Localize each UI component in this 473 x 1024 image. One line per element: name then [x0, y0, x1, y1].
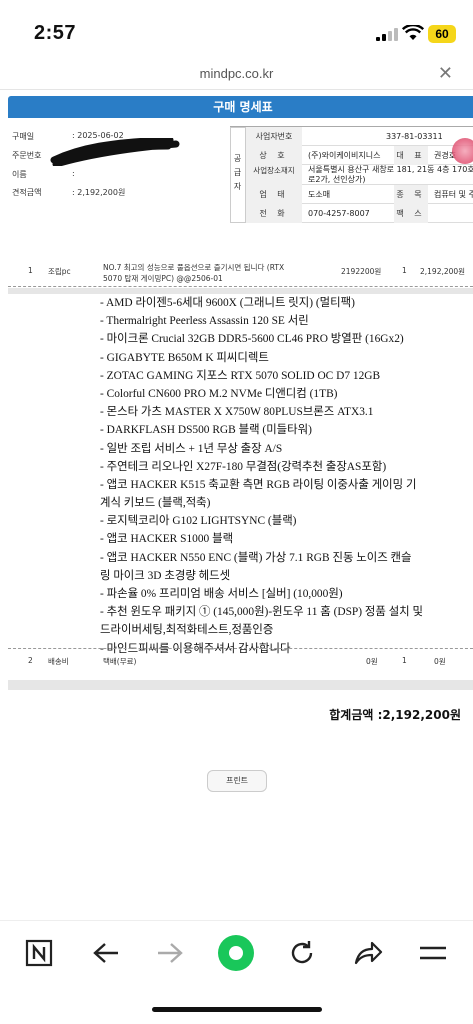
- battery-indicator: 60: [428, 25, 456, 43]
- buyer-key: 주문번호: [12, 151, 42, 160]
- buyer-value: : 2,192,200원: [72, 188, 126, 197]
- url-text[interactable]: mindpc.co.kr: [0, 66, 473, 81]
- divider: [8, 648, 473, 649]
- browser-toolbar: [0, 920, 473, 1024]
- table-row: 2 배송비 택배(무료) 0원 1 0원: [8, 656, 473, 670]
- item-name-line-1: NO.7 최고의 성능으로 풀옵션으로 즐기시면 됩니다 (RTX: [103, 263, 285, 272]
- company-label: 상 호: [246, 146, 302, 165]
- back-arrow-icon[interactable]: [86, 933, 126, 973]
- description-line: - 앱코 HACKER N550 ENC (블랙) 가상 7.1 RGB 진동 …: [100, 551, 412, 564]
- forward-arrow-icon[interactable]: [150, 933, 190, 973]
- naver-n-icon[interactable]: [19, 933, 59, 973]
- divider: [8, 286, 473, 287]
- total-amount: 합계금액 :2,192,200원: [329, 708, 461, 722]
- address-line-2: 로2가, 선인상가): [308, 175, 366, 184]
- close-icon[interactable]: ✕: [438, 63, 453, 84]
- buyer-value: :: [72, 169, 75, 178]
- description-line: - DARKFLASH DS500 RGB 블랙 (미들타워): [100, 424, 312, 437]
- company-name: (주)와이케이비지니스: [308, 151, 381, 160]
- description-line: 링 마이크 3D 초경량 헤드셋: [100, 569, 231, 582]
- wifi-icon: [401, 23, 425, 41]
- description-line: - GIGABYTE B650M K 피씨디렉트: [100, 351, 269, 364]
- print-button[interactable]: 프린트: [207, 770, 267, 792]
- page-title: 구매 명세표: [8, 96, 473, 118]
- supplier-side-label: 공급자: [230, 127, 246, 223]
- table-row: 1 조립pc NO.7 최고의 성능으로 풀옵션으로 즐기시면 됩니다 (RTX…: [8, 262, 473, 286]
- item-category: 조립pc: [48, 267, 71, 276]
- description-line: - Thermalright Peerless Assassin 120 SE …: [100, 315, 309, 328]
- address-line-1: 서울특별시 용산구 새창로 181, 21동 4층 170호(한강: [308, 165, 473, 174]
- supplier-table: 공급자 사업자번호 337-81-03311 상 호 (주)와이케이비지니스 대…: [230, 126, 473, 223]
- item-qty: 1: [402, 266, 407, 275]
- biz-type: 도소매: [308, 190, 331, 199]
- divider-band: [8, 680, 473, 690]
- description-line: - 앱코 HACKER S1000 블랙: [100, 533, 234, 546]
- tel-label: 전 화: [246, 204, 302, 223]
- menu-icon[interactable]: [413, 933, 453, 973]
- reg-number: 337-81-03311: [386, 132, 443, 141]
- status-time: 2:57: [34, 22, 77, 44]
- item-price: 0원: [366, 657, 378, 666]
- item-name-line-1: 택배(무료): [103, 657, 137, 666]
- home-indicator: [152, 1007, 322, 1012]
- description-line: - 로지텍코리아 G102 LIGHTSYNC (블랙): [100, 515, 297, 528]
- description-line: 계식 키보드 (블랙,적축): [100, 497, 211, 510]
- description-line: - Colorful CN600 PRO M.2 NVMe 디앤디컴 (1TB): [100, 387, 338, 400]
- signal-icon: [376, 27, 398, 41]
- item-amount: 2,192,200원: [420, 267, 466, 276]
- company-seal-stamp: [452, 138, 473, 164]
- description-line: 드라이버세팅,최적화테스트,정품인증: [100, 624, 274, 637]
- address-label: 사업장소재지: [246, 165, 302, 185]
- buyer-key: 견적금액: [12, 188, 42, 197]
- item-price: 2192200원: [341, 267, 382, 276]
- description-line: - 몬스타 가츠 MASTER X X750W 80PLUS브론즈 ATX3.1: [100, 406, 374, 419]
- status-bar: 2:57 60: [0, 0, 473, 60]
- description-line: - 주연테크 리오나인 X27F-180 무결점(강력추천 출장AS포함): [100, 460, 387, 473]
- home-circle-icon[interactable]: [216, 933, 256, 973]
- description-line: - 마이크론 Crucial 32GB DDR5-5600 CL46 PRO 방…: [100, 333, 404, 346]
- item-no: 2: [28, 656, 33, 665]
- receipt-page: 구매 명세표 구매일: 2025-06-02 주문번호: 이름: 견적금액: 2…: [0, 90, 473, 920]
- biz-item-label: 종 목: [394, 185, 428, 204]
- tel-number: 070-4257-8007: [308, 209, 370, 218]
- url-bar[interactable]: mindpc.co.kr ✕: [0, 60, 473, 90]
- biz-item: 컴퓨터 및 주변기기: [434, 190, 473, 199]
- item-category: 배송비: [48, 657, 69, 666]
- item-name-line-2: 5070 탑재 게이밍PC) @@2506-01: [103, 274, 223, 283]
- share-icon[interactable]: [348, 933, 388, 973]
- description-line: - 일반 조립 서비스 + 1년 무상 출장 A/S: [100, 442, 283, 455]
- description-line: - AMD 라이젠5-6세대 9600X (그래니트 릿지) (멀티팩): [100, 297, 355, 309]
- item-amount: 0원: [434, 657, 446, 666]
- description-line: - ZOTAC GAMING 지포스 RTX 5070 SOLID OC D7 …: [100, 369, 381, 382]
- reg-label: 사업자번호: [246, 127, 302, 146]
- ceo-label: 대 표: [394, 146, 428, 165]
- biz-type-label: 업 태: [246, 185, 302, 204]
- item-qty: 1: [402, 656, 407, 665]
- reload-icon[interactable]: [282, 933, 322, 973]
- description-line: - 추천 윈도우 패키지 ① (145,000원)-윈도우 11 홈 (DSP)…: [100, 606, 423, 619]
- buyer-key: 구매일: [12, 132, 35, 141]
- buyer-key: 이름: [12, 170, 27, 179]
- item-no: 1: [28, 266, 33, 275]
- item-description: - AMD 라이젠5-6세대 9600X (그래니트 릿지) (멀티팩) - Th…: [100, 294, 473, 658]
- description-line: - 파손율 0% 프리미엄 배송 서비스 [실버] (10,000원): [100, 588, 343, 600]
- description-line: - 앱코 HACKER K515 축교환 측면 RGB 라이팅 이중사출 게이밍…: [100, 478, 417, 491]
- fax-label: 팩 스: [394, 204, 428, 223]
- redaction-scribble: [50, 138, 180, 166]
